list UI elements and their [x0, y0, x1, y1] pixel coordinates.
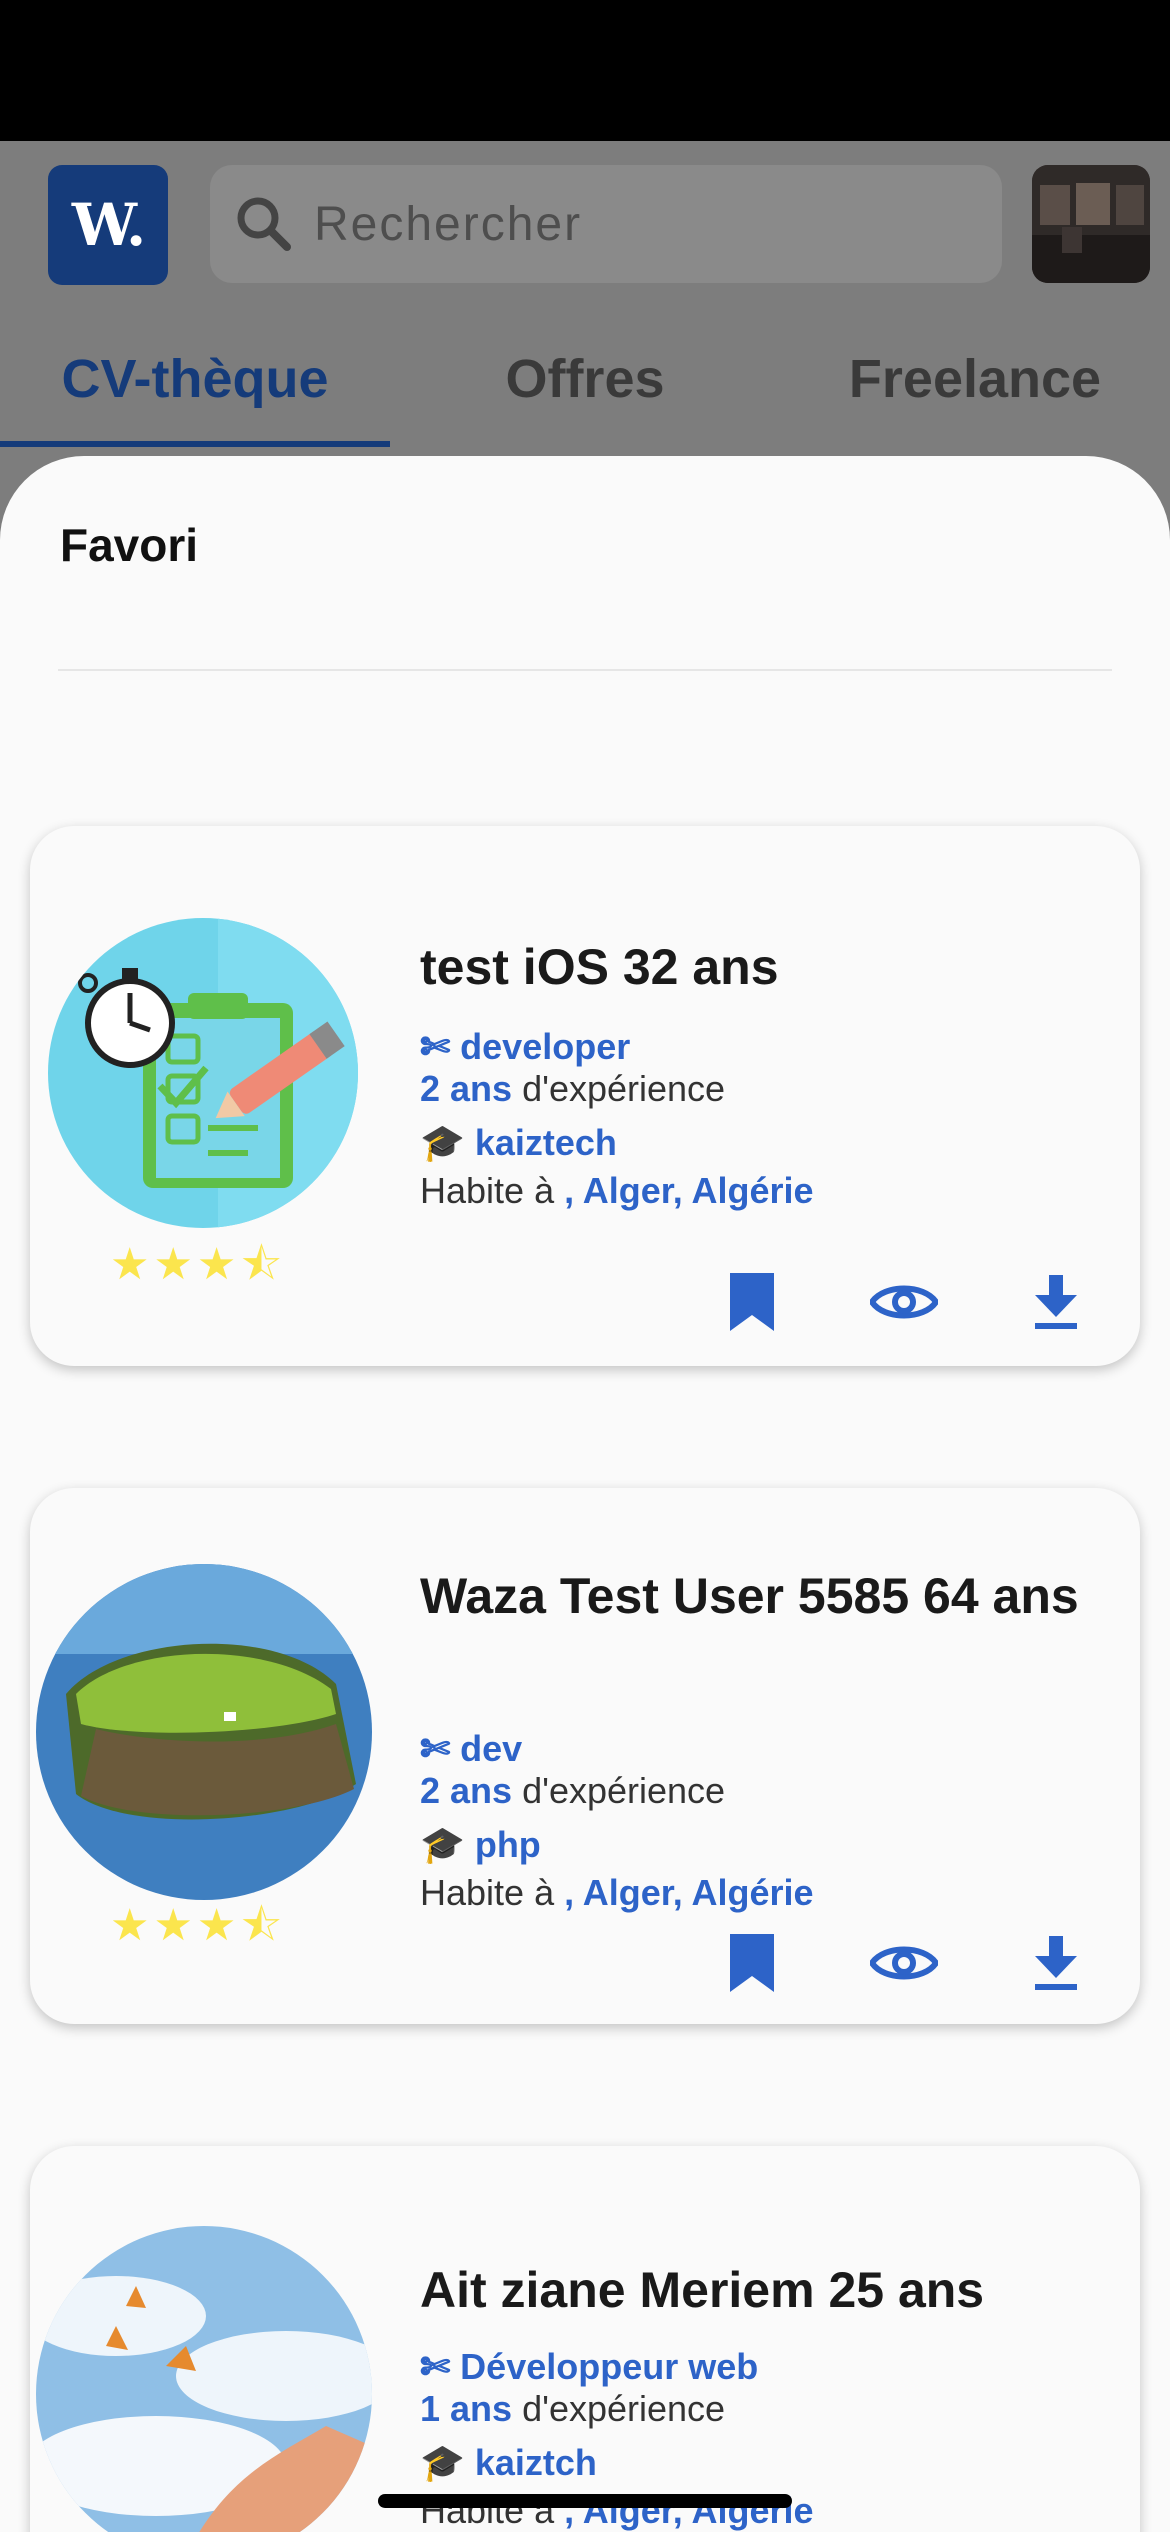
candidate-name: Ait ziane Meriem 25 ans: [420, 2262, 985, 2318]
school-line: 🎓 kaiztch: [420, 2442, 597, 2484]
search-placeholder: Rechercher: [314, 197, 583, 251]
job-line: ✄ developer: [420, 1026, 630, 1068]
location-line: Habite à , Alger, Algérie: [420, 1170, 814, 1212]
job-line: ✄ dev: [420, 1728, 522, 1770]
graduation-cap-icon: 🎓: [420, 1122, 465, 1163]
lives-label: Habite à: [420, 1170, 555, 1211]
card-actions: [726, 1273, 1082, 1331]
tab-cv-theque[interactable]: CV-thèque: [0, 319, 390, 439]
star-icon: ★: [110, 1901, 150, 1950]
star-icon: ★: [110, 1240, 150, 1289]
star-icon: ★: [153, 1901, 193, 1950]
candidate-card[interactable]: ★ ★ ★ ⯪ Waza Test User 5585 64 ans ✄ dev…: [30, 1488, 1140, 2024]
star-icon: ★: [196, 1901, 237, 1950]
star-icon: ★: [153, 1240, 193, 1289]
experience-label: d'expérience: [522, 1068, 726, 1109]
search-icon: [234, 194, 294, 254]
home-indicator[interactable]: [378, 2494, 792, 2508]
experience-line: 2 ans d'expérience: [420, 1068, 725, 1110]
tab-freelance[interactable]: Freelance: [780, 319, 1170, 439]
graduation-cap-icon: 🎓: [420, 2442, 465, 2483]
school-name: kaiztech: [474, 1122, 617, 1163]
app-logo[interactable]: W.: [48, 165, 168, 285]
bookmark-icon[interactable]: [726, 1934, 778, 1992]
tab-active-indicator: [0, 441, 390, 447]
job-title: dev: [460, 1728, 523, 1769]
download-icon[interactable]: [1030, 1934, 1082, 1992]
job-line: ✄ Développeur web: [420, 2346, 758, 2388]
tab-offres[interactable]: Offres: [390, 319, 780, 439]
job-title: Développeur web: [460, 2346, 759, 2387]
location: , Alger, Algérie: [564, 1170, 814, 1211]
school-line: 🎓 kaiztech: [420, 1122, 617, 1164]
graduation-cap-icon: 🎓: [420, 1824, 465, 1865]
eye-icon[interactable]: [870, 1273, 938, 1331]
candidate-card[interactable]: ★ ★ ★ ⯪ test iOS 32 ans ✄ developer 2 an…: [30, 826, 1140, 1366]
school-line: 🎓 php: [420, 1824, 541, 1866]
card-actions: [726, 1934, 1082, 1992]
lives-label: Habite à: [420, 1872, 555, 1913]
location-line: Habite à , Alger, Algérie: [420, 1872, 814, 1914]
half-star-icon: ⯪: [240, 1240, 283, 1289]
half-star-icon: ⯪: [240, 1901, 283, 1950]
experience-line: 1 ans d'expérience: [420, 2388, 725, 2430]
location: , Alger, Algérie: [564, 1872, 814, 1913]
star-icon: ★: [196, 1240, 237, 1289]
sheet-divider: [58, 669, 1112, 671]
bookmark-icon[interactable]: [726, 1273, 778, 1331]
scissors-icon: ✄: [420, 1026, 451, 1067]
eye-icon[interactable]: [870, 1934, 938, 1992]
sheet-title: Favori: [60, 519, 199, 571]
candidate-card[interactable]: Ait ziane Meriem 25 ans ✄ Développeur we…: [30, 2146, 1140, 2532]
download-icon[interactable]: [1030, 1273, 1082, 1331]
rating-stars: ★ ★ ★ ⯪: [110, 1904, 282, 1948]
candidate-photo: [36, 1564, 372, 1900]
experience-label: d'expérience: [522, 2388, 726, 2429]
experience-label: d'expérience: [522, 1770, 726, 1811]
school-name: kaiztch: [474, 2442, 597, 2483]
experience-value: 2 ans: [420, 1770, 513, 1811]
scissors-icon: ✄: [420, 2346, 451, 2387]
status-bar: [0, 0, 1170, 141]
profile-avatar[interactable]: [1032, 165, 1150, 283]
search-bar[interactable]: Rechercher: [210, 165, 1002, 283]
job-title: developer: [460, 1026, 631, 1067]
candidate-photo: [48, 918, 358, 1228]
candidate-name: test iOS 32 ans: [420, 939, 779, 995]
experience-line: 2 ans d'expérience: [420, 1770, 725, 1812]
school-name: php: [474, 1824, 541, 1865]
experience-value: 2 ans: [420, 1068, 513, 1109]
scissors-icon: ✄: [420, 1728, 451, 1769]
logo-text: W.: [71, 191, 146, 259]
candidate-photo: [36, 2226, 372, 2532]
candidate-name: Waza Test User 5585 64 ans: [420, 1568, 1079, 1624]
experience-value: 1 ans: [420, 2388, 513, 2429]
rating-stars: ★ ★ ★ ⯪: [110, 1243, 282, 1287]
tab-bar: CV-thèque Offres Freelance: [0, 319, 1170, 449]
favorites-sheet: Favori ★ ★ ★ ⯪ test iOS 32 ans ✄ develop…: [0, 456, 1170, 2532]
